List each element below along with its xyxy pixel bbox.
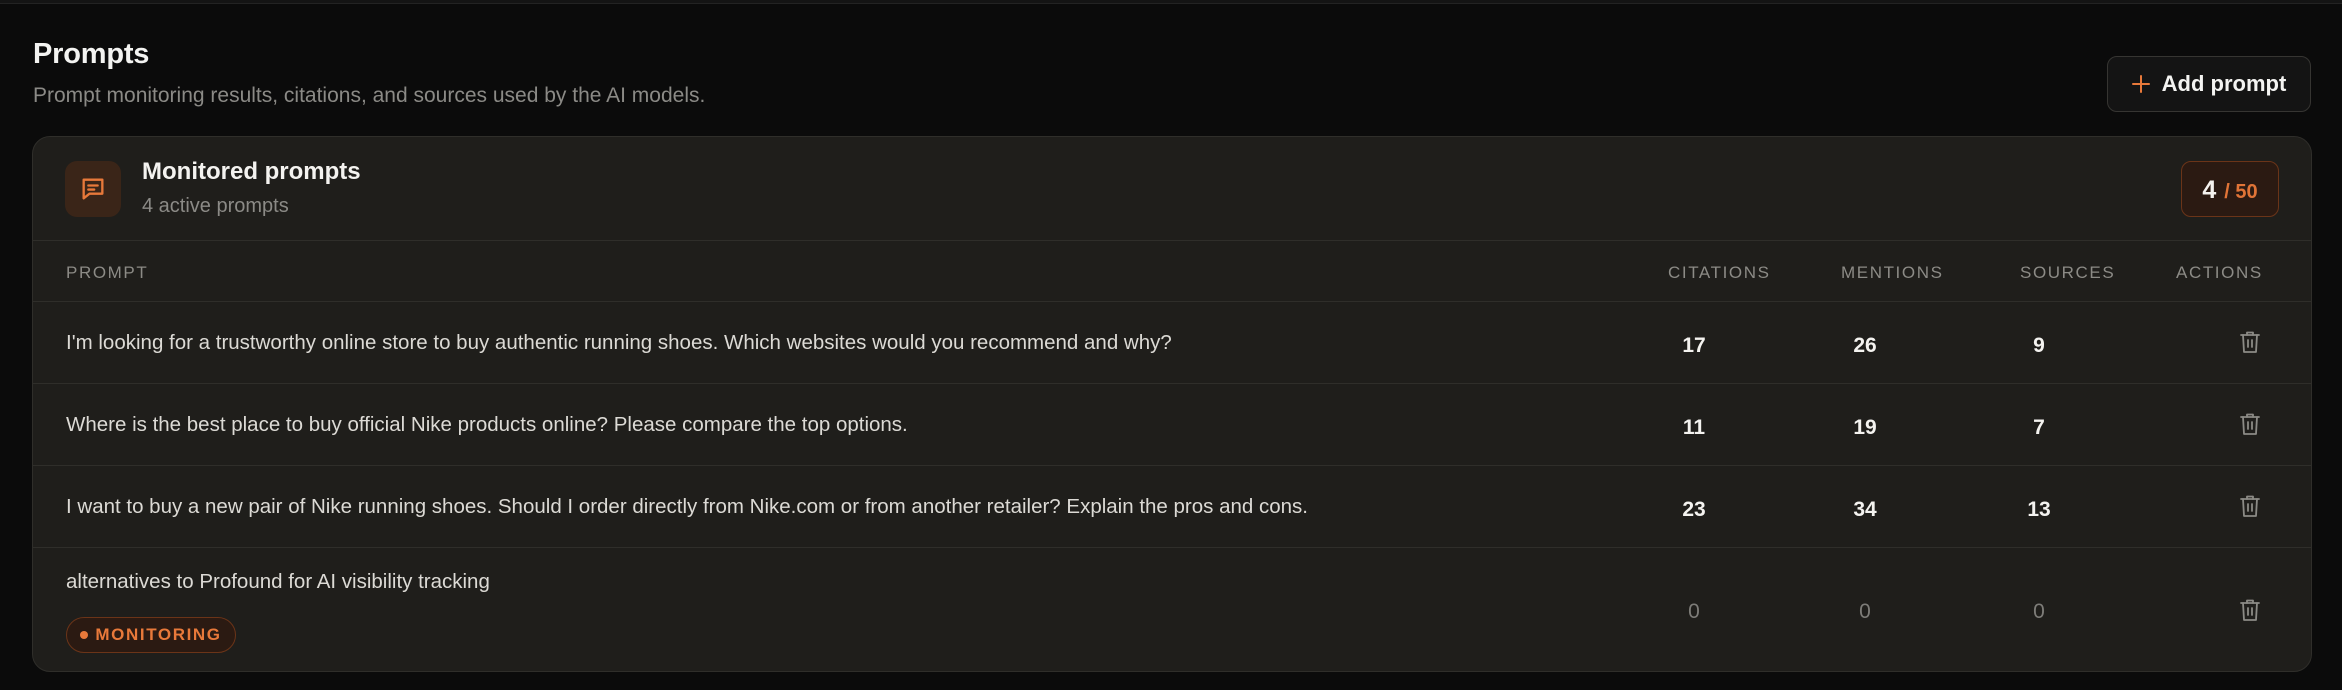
sources-count: 7 — [2033, 416, 2045, 439]
citations-count: 17 — [1682, 334, 1706, 357]
table-row[interactable]: I'm looking for a trustworthy online sto… — [33, 302, 2311, 384]
prompt-text: Where is the best place to buy official … — [66, 413, 908, 436]
column-header-citations: CITATIONS — [1668, 263, 1771, 282]
top-divider — [0, 0, 2342, 4]
message-icon — [65, 161, 121, 217]
column-header-actions: ACTIONS — [2176, 263, 2263, 282]
monitored-prompts-card: Monitored prompts 4 active prompts 4 / 5… — [32, 136, 2312, 672]
card-header: Monitored prompts 4 active prompts 4 / 5… — [33, 137, 2311, 241]
page-subtitle: Prompt monitoring results, citations, an… — [33, 84, 706, 107]
prompt-text: I'm looking for a trustworthy online sto… — [66, 331, 1172, 354]
table-row[interactable]: I want to buy a new pair of Nike running… — [33, 466, 2311, 548]
sources-count: 0 — [2033, 600, 2045, 623]
page-title: Prompts — [33, 38, 150, 70]
trash-icon[interactable] — [2239, 598, 2261, 622]
page-header: Prompts Prompt monitoring results, citat… — [33, 38, 2311, 118]
status-label: MONITORING — [95, 625, 222, 644]
column-header-prompt: PROMPT — [66, 263, 149, 282]
mentions-count: 34 — [1853, 498, 1877, 521]
monitoring-status-badge: MONITORING — [66, 617, 236, 653]
quota-total: / 50 — [2224, 181, 2258, 203]
prompt-quota-badge: 4 / 50 — [2181, 161, 2279, 217]
mentions-count: 0 — [1859, 600, 1871, 623]
citations-count: 23 — [1682, 498, 1706, 521]
mentions-count: 26 — [1853, 334, 1877, 357]
prompts-page: Prompts Prompt monitoring results, citat… — [0, 0, 2342, 690]
sources-count: 9 — [2033, 334, 2045, 357]
sources-count: 13 — [2027, 498, 2051, 521]
table-row[interactable]: Where is the best place to buy official … — [33, 384, 2311, 466]
add-prompt-label: Add prompt — [2161, 71, 2287, 96]
citations-count: 11 — [1682, 416, 1706, 439]
quota-used: 4 — [2202, 176, 2217, 204]
table-row[interactable]: alternatives to Profound for AI visibili… — [33, 548, 2311, 670]
add-prompt-button[interactable]: Add prompt — [2107, 56, 2311, 112]
citations-count: 0 — [1688, 600, 1700, 623]
column-header-mentions: MENTIONS — [1841, 263, 1944, 282]
plus-icon — [2131, 75, 2150, 93]
status-dot-icon — [80, 631, 89, 639]
table-header: PROMPT CITATIONS MENTIONS SOURCES ACTION… — [33, 241, 2311, 302]
trash-icon[interactable] — [2239, 330, 2261, 354]
active-prompts-count: 4 active prompts — [142, 195, 289, 217]
trash-icon[interactable] — [2239, 494, 2261, 518]
mentions-count: 19 — [1853, 416, 1877, 439]
column-header-sources: SOURCES — [2020, 263, 2116, 282]
prompt-text: alternatives to Profound for AI visibili… — [66, 570, 490, 593]
prompt-text: I want to buy a new pair of Nike running… — [66, 495, 1309, 518]
card-title: Monitored prompts — [142, 158, 361, 185]
trash-icon[interactable] — [2239, 412, 2261, 436]
